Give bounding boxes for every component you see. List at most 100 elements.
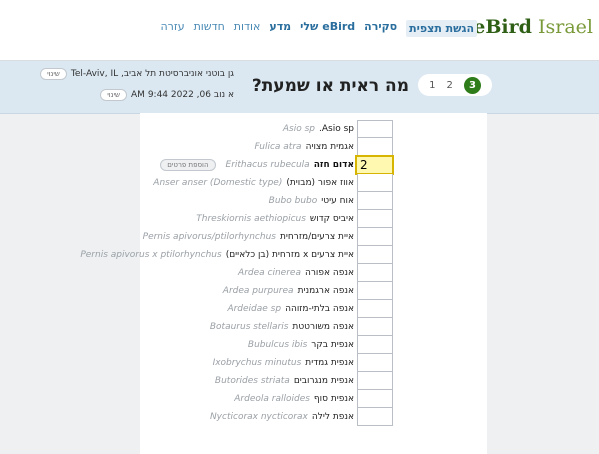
species-row: אווז אפור (מבוית) Anser anser (Domestic t…: [0, 174, 599, 192]
count-input[interactable]: [357, 264, 393, 282]
nav-item[interactable]: עזרה: [160, 20, 184, 37]
step-3[interactable]: 3: [463, 76, 481, 94]
species-scientific-name: Pernis apivorus/ptilorhynchus: [142, 232, 276, 242]
species-common-name: אנפית גמדית: [305, 358, 354, 368]
count-input[interactable]: [357, 390, 393, 408]
species-common-name: אנפית בקר: [311, 340, 354, 350]
species-scientific-name: Fulica atra: [254, 142, 302, 152]
species-common-name: אנפית סוף: [313, 394, 354, 404]
species-name: אנפית בקר Bubulcus ibis: [248, 336, 354, 354]
species-scientific-name: Butorides striata: [214, 376, 290, 386]
species-scientific-name: Ixobrychus minutus: [212, 358, 302, 368]
nav-item[interactable]: אודות: [234, 20, 261, 37]
species-row: אנפה אפורה Ardea cinerea: [0, 264, 599, 282]
count-input[interactable]: [357, 318, 393, 336]
species-scientific-name: Erithacus rubecula: [225, 160, 310, 170]
species-name: אווז אפור (מבוית) Anser anser (Domestic t…: [153, 174, 354, 192]
step-indicator: 32 1: [418, 74, 492, 96]
species-common-name: איית צרעים/מזרחית: [279, 232, 354, 242]
species-name: אנפית מנגרובים Butorides striata: [215, 372, 354, 390]
species-name: אגמית מצויה Fulica atra: [254, 138, 354, 156]
count-input[interactable]: [357, 138, 393, 156]
count-input[interactable]: [357, 210, 393, 228]
species-row: אנפית גמדית Ixobrychus minutus: [0, 354, 599, 372]
count-input[interactable]: [357, 408, 393, 426]
species-name: אנפית גמדית Ixobrychus minutus: [213, 354, 354, 372]
count-input[interactable]: [357, 354, 393, 372]
species-row: אדום חזה Erithacus rubecula הוספת פרטים 2: [0, 155, 599, 175]
species-row: אנפת לילה Nycticorax nycticorax: [0, 408, 599, 426]
species-name: אנפה בלתי-מזוהה Ardeidae sp: [227, 300, 354, 318]
nav-item[interactable]: מדע: [269, 20, 291, 37]
species-common-name: אנפת לילה: [311, 412, 354, 422]
add-details-button[interactable]: הוספת פרטים: [160, 159, 216, 171]
species-row: אנפית מנגרובים Butorides striata: [0, 372, 599, 390]
nav-item[interactable]: eBird שלי: [300, 20, 355, 37]
species-row: אנפית סוף Ardeola ralloides: [0, 390, 599, 408]
species-row: אנפה משורטטת Botaurus stellaris: [0, 318, 599, 336]
species-common-name: אנפה אפורה: [304, 268, 354, 278]
species-row: אנפית בקר Bubulcus ibis: [0, 336, 599, 354]
species-name: איביס קדוש Threskiornis aethiopicus: [196, 210, 354, 228]
species-row: איביס קדוש Threskiornis aethiopicus: [0, 210, 599, 228]
main-nav: הגשת תצפית סקירה eBird שלי מדע אודות חדשות עזר…: [160, 20, 477, 37]
page-title: מה ראית או שמעת?: [251, 76, 409, 96]
species-name: אנפה אפורה Ardea cinerea: [238, 264, 354, 282]
species-common-name: אווז אפור (מבוית): [286, 178, 354, 188]
species-scientific-name: Bubo bubo: [268, 196, 318, 206]
ebird-israel-logo[interactable]: eBird Israel: [473, 16, 593, 38]
count-input[interactable]: [357, 336, 393, 354]
change-datetime-button[interactable]: שינוי: [100, 89, 128, 101]
count-input[interactable]: [357, 282, 393, 300]
species-name: אנפית סוף Ardeola ralloides: [234, 390, 354, 408]
species-scientific-name: Ardeola ralloides: [234, 394, 310, 404]
count-input[interactable]: [357, 174, 393, 192]
species-common-name: Asio sp.: [319, 124, 354, 134]
species-scientific-name: Nycticorax nycticorax: [209, 412, 308, 422]
species-name: אנפה ארגמנית Ardea purpurea: [223, 282, 354, 300]
species-row: אגמית מצויה Fulica atra: [0, 138, 599, 156]
top-navigation-bar: eBird Israel הגשת תצפית סקירה eBird שלי מדע…: [0, 0, 599, 61]
datetime-text: א נוב 06, 2022 9:44 AM: [131, 90, 234, 100]
step-2[interactable]: 2: [447, 80, 453, 91]
logo-country: Israel: [538, 16, 593, 38]
count-input[interactable]: [357, 300, 393, 318]
count-input[interactable]: [357, 228, 393, 246]
species-name: איית צרעים/מזרחית Pernis apivorus/ptilorh…: [143, 228, 354, 246]
location-text: גן בוטני אוניברסיטת תל אביב, Tel-Aviv, I…: [70, 69, 234, 79]
count-input[interactable]: [357, 120, 393, 138]
species-common-name: אנפה משורטטת: [292, 322, 354, 332]
species-name: אנפת לילה Nycticorax nycticorax: [210, 408, 354, 426]
species-name: אדום חזה Erithacus rubecula הוספת פרטים: [160, 156, 354, 174]
count-input[interactable]: [357, 192, 393, 210]
species-row: איית צרעים/מזרחית Pernis apivorus/ptilorh…: [0, 228, 599, 246]
species-common-name: איביס קדוש: [309, 214, 354, 224]
change-location-button[interactable]: שינוי: [40, 68, 67, 80]
count-input[interactable]: [357, 372, 393, 390]
species-common-name: אנפה ארגמנית: [297, 286, 354, 296]
datetime-line: א נוב 06, 2022 9:44 AM שינוי: [100, 89, 234, 101]
species-scientific-name: Ardeidae sp: [227, 304, 282, 314]
species-row: איית צרעים x מזרחית (בן כלאיים) Pernis ap…: [0, 246, 599, 264]
species-common-name: אנפה בלתי-מזוהה: [285, 304, 354, 314]
species-scientific-name: Anser anser (Domestic type): [153, 178, 283, 188]
species-scientific-name: Ardea purpurea: [222, 286, 294, 296]
nav-item[interactable]: הגשת תצפית: [406, 20, 477, 37]
checklist-info-bar: 32 1 מה ראית או שמעת? גן בוטני אוניברסיטת…: [0, 61, 599, 114]
species-scientific-name: Ardea cinerea: [238, 268, 301, 278]
species-row: אנפה בלתי-מזוהה Ardeidae sp: [0, 300, 599, 318]
count-input[interactable]: [357, 246, 393, 264]
species-row: Asio sp. Asio sp: [0, 120, 599, 138]
species-name: אוח עיטי Bubo bubo: [269, 192, 354, 210]
count-input[interactable]: 2: [355, 155, 394, 175]
nav-item[interactable]: סקירה: [364, 20, 397, 37]
species-scientific-name: Botaurus stellaris: [209, 322, 289, 332]
species-name: אנפה משורטטת Botaurus stellaris: [210, 318, 354, 336]
species-scientific-name: Bubulcus ibis: [247, 340, 308, 350]
logo-brand: eBird: [473, 16, 532, 38]
species-scientific-name: Asio sp: [282, 124, 315, 134]
nav-item[interactable]: חדשות: [194, 20, 225, 37]
species-common-name: אדום חזה: [313, 160, 354, 170]
step-1[interactable]: 1: [429, 80, 435, 91]
location-line: גן בוטני אוניברסיטת תל אביב, Tel-Aviv, I…: [40, 68, 234, 80]
